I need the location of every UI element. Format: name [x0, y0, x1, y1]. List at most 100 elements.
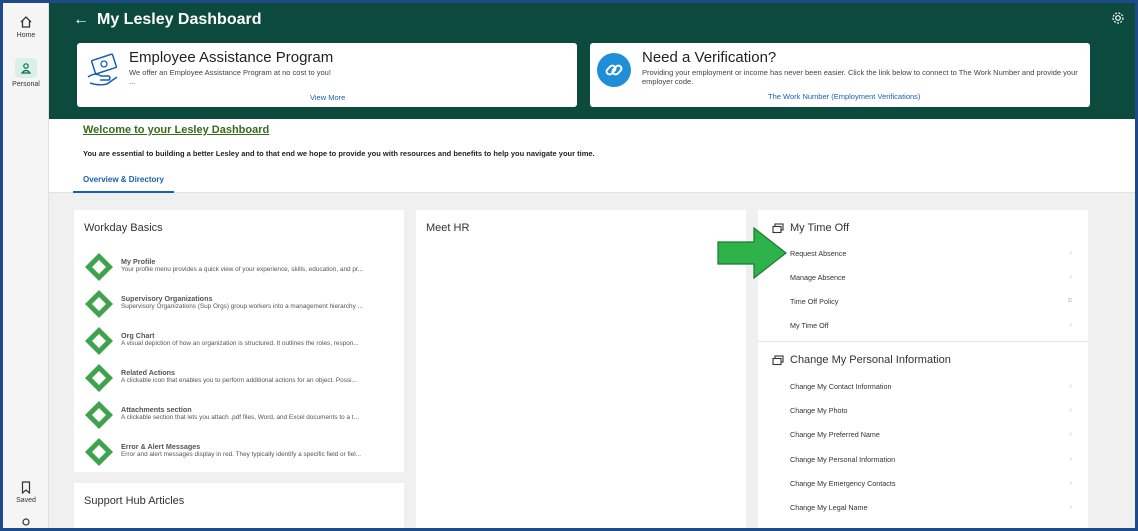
- basic-item-name: Attachments section: [121, 405, 192, 414]
- verification-banner: Need a Verification? Providing your empl…: [590, 43, 1090, 107]
- personal-info-item[interactable]: Change My Preferred Name ›: [758, 424, 1088, 448]
- basic-item-desc: Your profile menu provides a quick view …: [121, 266, 364, 273]
- basic-item-desc: A clickable section that lets you attach…: [121, 414, 359, 421]
- time-off-item-request-absence[interactable]: Request Absence ›: [758, 243, 1088, 267]
- time-off-title: My Time Off: [790, 222, 850, 234]
- list-item[interactable]: Attachments section A clickable section …: [84, 400, 399, 434]
- meet-hr-title: Meet HR: [426, 222, 470, 234]
- basic-item-name: Supervisory Organizations: [121, 294, 213, 303]
- tab-overview-directory[interactable]: Overview & Directory: [73, 171, 174, 193]
- green-pointer-arrow-icon: [717, 226, 787, 280]
- basic-item-desc: A visual depiction of how an organizatio…: [121, 340, 359, 347]
- person-icon: [15, 58, 37, 78]
- settings-gear-icon[interactable]: [1111, 11, 1125, 25]
- chevron-right-icon: ›: [1069, 454, 1072, 463]
- eap-banner-desc: We offer an Employee Assistance Program …: [129, 68, 331, 77]
- workday-diamond-icon: [85, 364, 113, 392]
- time-off-item-my-time-off[interactable]: My Time Off ›: [758, 315, 1088, 339]
- chevron-right-icon: ›: [1069, 478, 1072, 487]
- time-off-item-manage-absence[interactable]: Manage Absence ›: [758, 267, 1088, 291]
- verification-banner-title: Need a Verification?: [642, 49, 777, 66]
- basic-item-desc: Error and alert messages display in red.…: [121, 451, 361, 458]
- item-label: Manage Absence: [790, 273, 846, 282]
- bookmark-icon: [21, 481, 31, 494]
- gear-icon: [22, 518, 30, 526]
- time-off-item-policy[interactable]: Time Off Policy ⧉: [758, 291, 1088, 315]
- eap-banner: Employee Assistance Program We offer an …: [77, 43, 577, 107]
- workday-basics-card: Workday Basics My Profile Your profile m…: [74, 210, 404, 472]
- list-item[interactable]: Supervisory Organizations Supervisory Or…: [84, 289, 399, 323]
- rail-personal-label: Personal: [12, 81, 40, 88]
- eap-view-more-link[interactable]: View More: [310, 93, 345, 102]
- workday-diamond-icon: [85, 253, 113, 281]
- left-rail: Home Personal Saved: [3, 3, 49, 528]
- rail-more[interactable]: [3, 516, 49, 528]
- workday-diamond-icon: [85, 290, 113, 318]
- window-stack-icon: [772, 355, 784, 365]
- work-number-link[interactable]: The Work Number (Employment Verification…: [768, 92, 920, 101]
- dashboard-header: ← My Lesley Dashboard Employee Assistanc…: [49, 3, 1135, 119]
- basic-item-desc: Supervisory Organizations (Sup Orgs) gro…: [121, 303, 363, 310]
- basic-item-name: Org Chart: [121, 331, 155, 340]
- welcome-text: You are essential to building a better L…: [83, 149, 595, 158]
- item-label: Change My Preferred Name: [790, 430, 880, 439]
- basic-item-name: My Profile: [121, 257, 156, 266]
- verification-banner-text: Providing your employment or income has …: [642, 68, 1078, 86]
- welcome-title[interactable]: Welcome to your Lesley Dashboard: [83, 124, 269, 136]
- eap-banner-text: We offer an Employee Assistance Program …: [129, 68, 331, 86]
- rail-saved[interactable]: Saved: [3, 481, 49, 504]
- section-divider: [758, 341, 1088, 342]
- workday-basics-title: Workday Basics: [84, 222, 163, 234]
- item-label: Change My Emergency Contacts: [790, 479, 896, 488]
- personal-info-item[interactable]: Change My Contact Information ›: [758, 376, 1088, 400]
- workday-diamond-icon: [85, 401, 113, 429]
- workday-diamond-icon: [85, 327, 113, 355]
- rail-personal[interactable]: Personal: [3, 58, 49, 88]
- item-label: Change My Legal Name: [790, 503, 868, 512]
- rail-home-label: Home: [16, 32, 36, 39]
- time-off-card: My Time Off Request Absence › Manage Abs…: [758, 210, 1088, 528]
- chevron-right-icon: ›: [1069, 272, 1072, 281]
- item-label: Change My Contact Information: [790, 382, 892, 391]
- chevron-right-icon: ›: [1069, 381, 1072, 390]
- app-frame: Home Personal Saved ← My Lesley Dashboar…: [0, 0, 1138, 531]
- personal-info-item[interactable]: Change My Legal Name ›: [758, 497, 1088, 521]
- personal-info-item[interactable]: Change My Personal Information ›: [758, 449, 1088, 473]
- rail-saved-label: Saved: [16, 497, 36, 504]
- workday-diamond-icon: [85, 438, 113, 466]
- chevron-right-icon: ›: [1069, 429, 1072, 438]
- personal-info-item[interactable]: Change My Photo ›: [758, 400, 1088, 424]
- external-link-icon: ⧉: [1067, 298, 1072, 304]
- list-item[interactable]: Org Chart A visual depiction of how an o…: [84, 326, 399, 360]
- support-hub-title: Support Hub Articles: [84, 495, 185, 507]
- back-arrow-icon[interactable]: ←: [73, 11, 89, 29]
- chevron-right-icon: ›: [1069, 320, 1072, 329]
- link-chain-icon: [597, 53, 631, 87]
- home-icon: [20, 16, 32, 28]
- item-label: My Time Off: [790, 321, 829, 330]
- item-label: Change My Personal Information: [790, 455, 896, 464]
- item-label: Request Absence: [790, 249, 847, 258]
- personal-info-item[interactable]: Change My Emergency Contacts ›: [758, 473, 1088, 497]
- eap-banner-ellipsis: ...: [129, 77, 136, 86]
- item-label: Time Off Policy: [790, 297, 839, 306]
- list-item[interactable]: My Profile Your profile menu provides a …: [84, 252, 399, 286]
- list-item[interactable]: Error & Alert Messages Error and alert m…: [84, 437, 399, 471]
- personal-info-heading: Change My Personal Information: [772, 354, 951, 366]
- basic-item-desc: A clickable icon that enables you to per…: [121, 377, 357, 384]
- support-hub-card: Support Hub Articles: [74, 483, 404, 528]
- item-label: Change My Photo: [790, 406, 848, 415]
- money-hand-icon: [87, 53, 118, 86]
- meet-hr-card: Meet HR: [416, 210, 746, 528]
- personal-info-title: Change My Personal Information: [790, 354, 951, 366]
- list-item[interactable]: Related Actions A clickable icon that en…: [84, 363, 399, 397]
- welcome-section: Welcome to your Lesley Dashboard You are…: [49, 119, 1135, 193]
- eap-banner-title: Employee Assistance Program: [129, 49, 334, 66]
- basic-item-name: Error & Alert Messages: [121, 442, 201, 451]
- page-title: My Lesley Dashboard: [97, 11, 262, 28]
- rail-home[interactable]: Home: [3, 15, 49, 39]
- chevron-right-icon: ›: [1069, 248, 1072, 257]
- chevron-right-icon: ›: [1069, 502, 1072, 511]
- basic-item-name: Related Actions: [121, 368, 176, 377]
- chevron-right-icon: ›: [1069, 405, 1072, 414]
